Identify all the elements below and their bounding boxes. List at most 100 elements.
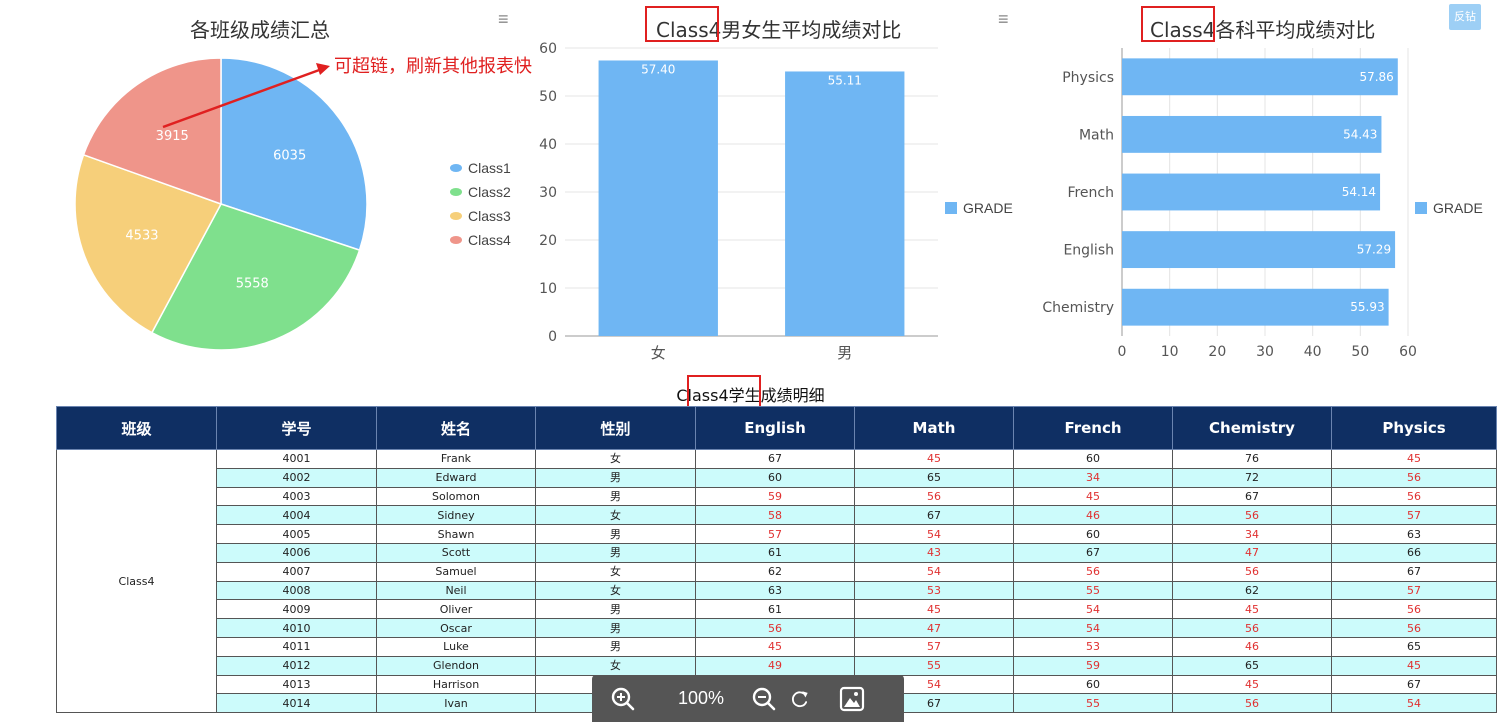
table-cell: 男 — [535, 542, 696, 563]
table-cell: 67 — [1172, 486, 1332, 507]
legend-swatch — [1415, 202, 1427, 214]
table-cell: 4014 — [216, 693, 377, 714]
column-header: English — [695, 406, 855, 450]
table-cell: 4008 — [216, 580, 377, 601]
table-cell: 女 — [535, 655, 696, 676]
class-cell: Class4 — [56, 448, 217, 714]
table-cell: Frank — [376, 449, 536, 469]
table-cell: 63 — [695, 580, 855, 601]
table-cell: 4012 — [216, 655, 377, 676]
table-cell: 4010 — [216, 618, 377, 638]
column-header: 班级 — [56, 406, 217, 450]
subject-bar-chart[interactable]: 0 10 20 30 40 50 60 57.86 Physics 54.43 Math 54.14 F… — [1020, 0, 1501, 370]
legend-label: Class2 — [468, 184, 511, 200]
legend-swatch — [945, 202, 957, 214]
table-cell: Samuel — [376, 561, 536, 582]
bar[interactable] — [1122, 231, 1396, 269]
table-cell: 男 — [535, 618, 696, 638]
table-cell: 56 — [1013, 561, 1173, 582]
bar-value-label: 55.93 — [1350, 300, 1384, 314]
image-icon[interactable] — [810, 686, 894, 712]
table-cell: 45 — [854, 599, 1014, 620]
table-cell: 4004 — [216, 505, 377, 526]
table-cell: Scott — [376, 542, 536, 563]
pie-slice-label: 5558 — [236, 277, 269, 292]
table-title: Class4学生成绩明细 — [676, 386, 825, 405]
table-cell: 57 — [695, 524, 855, 544]
zoom-in-icon[interactable] — [592, 686, 654, 712]
hyperlink-annotation: 可超链，刷新其他报表快 — [334, 56, 532, 77]
pie-chart-panel: 各班级成绩汇总 ≡ 6035 5558 4533 3915 可超链，刷新其他报表快 C… — [0, 0, 532, 370]
table-cell: 4011 — [216, 636, 377, 657]
table-cell: 45 — [1172, 599, 1332, 620]
table-cell: Ivan — [376, 693, 536, 714]
column-header: Chemistry — [1172, 406, 1332, 450]
table-cell: 47 — [1172, 542, 1332, 563]
table-cell: 4009 — [216, 599, 377, 620]
table-cell: 56 — [1331, 618, 1497, 638]
legend-item[interactable]: Class1 — [450, 156, 511, 180]
table-row: Class4 4001 Frank 女 67 45 60 76 45 — [56, 448, 1497, 714]
table-row: 4007 Samuel 女 62 54 56 56 67 — [57, 561, 1497, 582]
pie-legend: Class1 Class2 Class3 Class4 — [450, 156, 511, 252]
table-cell: 54 — [854, 561, 1014, 582]
table-cell: 60 — [1013, 524, 1173, 544]
legend-item[interactable]: GRADE — [945, 196, 1013, 220]
table-cell: 55 — [1013, 693, 1173, 714]
table-cell: 45 — [1331, 449, 1497, 469]
table-cell: 53 — [1013, 636, 1173, 657]
legend-item[interactable]: Class2 — [450, 180, 511, 204]
pie-slice-label: 3915 — [156, 129, 189, 144]
y-tick-label: Physics — [1062, 70, 1114, 86]
legend-label: Class1 — [468, 160, 511, 176]
table-cell: 54 — [1331, 693, 1497, 714]
table-cell: 60 — [1013, 674, 1173, 695]
y-tick-label: 20 — [539, 233, 557, 249]
column-header: French — [1013, 406, 1173, 450]
legend-item[interactable]: GRADE — [1415, 196, 1483, 220]
table-cell: 57 — [854, 636, 1014, 657]
table-cell: Sidney — [376, 505, 536, 526]
table-cell: 女 — [535, 561, 696, 582]
bar[interactable] — [785, 71, 905, 337]
legend-item[interactable]: Class4 — [450, 228, 511, 252]
gender-bar-chart[interactable]: 0 10 20 30 40 50 60 57.40 女 55.11 男 — [520, 0, 1020, 370]
pie-slice-label: 6035 — [273, 148, 306, 163]
table-cell: 49 — [695, 655, 855, 676]
table-cell: 男 — [535, 467, 696, 488]
table-cell: 56 — [1331, 486, 1497, 507]
table-cell: 女 — [535, 505, 696, 526]
table-cell: 男 — [535, 599, 696, 620]
table-row: 4003 Solomon 男 59 56 45 67 56 — [57, 486, 1497, 507]
table-cell: 46 — [1013, 505, 1173, 526]
table-cell: 62 — [695, 561, 855, 582]
column-header: Math — [854, 406, 1014, 450]
rotate-icon[interactable] — [790, 686, 810, 712]
legend-label: GRADE — [963, 200, 1013, 216]
legend-item[interactable]: Class3 — [450, 204, 511, 228]
table-cell: 4003 — [216, 486, 377, 507]
table-row: 4002 Edward 男 60 65 34 72 56 — [57, 467, 1497, 488]
bar[interactable] — [1122, 288, 1389, 326]
table-cell: 56 — [1172, 618, 1332, 638]
bar-value-label: 57.29 — [1357, 243, 1391, 257]
table-cell: 4006 — [216, 542, 377, 563]
table-row: 4010 Oscar 男 56 47 54 56 56 — [57, 618, 1497, 638]
table-cell: 4013 — [216, 674, 377, 695]
table-cell: 66 — [1331, 542, 1497, 563]
table-cell: 60 — [695, 467, 855, 488]
table-cell: 47 — [854, 618, 1014, 638]
table-cell: Oscar — [376, 618, 536, 638]
table-cell: 76 — [1172, 449, 1332, 469]
bar[interactable] — [598, 60, 718, 336]
table-cell: 34 — [1013, 467, 1173, 488]
zoom-out-icon[interactable] — [738, 686, 790, 712]
x-tick-label: 30 — [1256, 344, 1274, 360]
gender-bar-chart-panel: Class4男女生平均成绩对比 ≡ 0 10 20 30 40 50 60 57.40 女 55.… — [520, 0, 1020, 370]
bar[interactable] — [1122, 58, 1398, 96]
table-cell: 57 — [1331, 580, 1497, 601]
x-tick-label: 40 — [1304, 344, 1322, 360]
table-cell: 46 — [1172, 636, 1332, 657]
table-cell: Solomon — [376, 486, 536, 507]
legend-label: GRADE — [1433, 200, 1483, 216]
